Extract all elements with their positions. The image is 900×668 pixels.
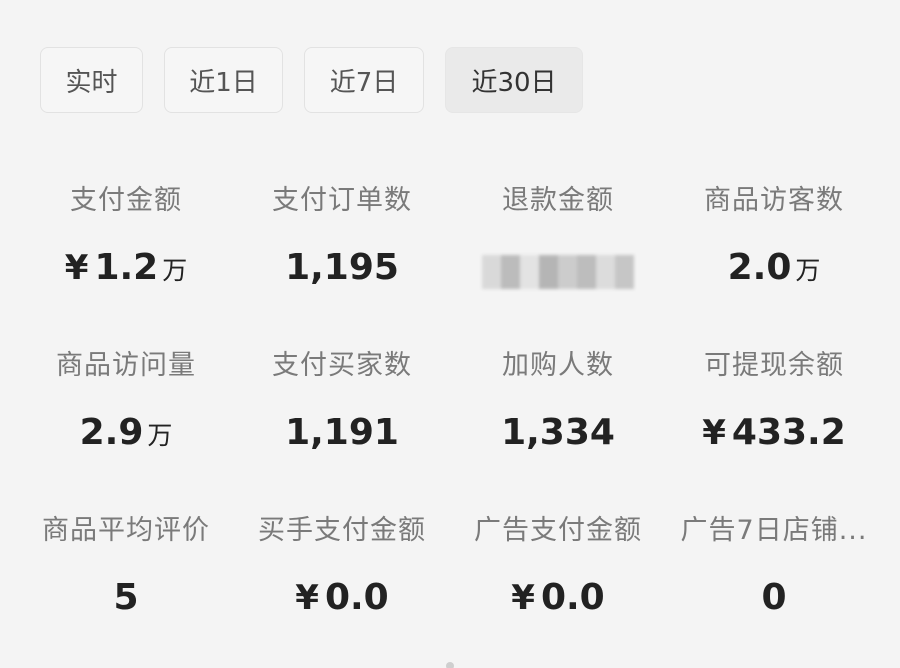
- metric-ad-payment-amount[interactable]: 广告支付金额 ¥ 0.0: [450, 508, 666, 618]
- metric-value: 2.9 万: [18, 412, 234, 453]
- metric-label: 退款金额: [502, 185, 614, 216]
- metric-value: 1,334: [450, 412, 666, 453]
- metric-unit: 万: [795, 256, 821, 285]
- metric-number: 0.0: [324, 577, 389, 618]
- metric-number: 1,191: [285, 412, 399, 453]
- metric-number: 1,334: [501, 412, 615, 453]
- metric-ad-7day-store[interactable]: 广告7日店铺... 0: [666, 508, 882, 618]
- metric-product-visitors[interactable]: 商品访客数 2.0 万: [666, 178, 882, 288]
- currency-symbol: ¥: [702, 413, 726, 453]
- metric-number: 5: [113, 577, 139, 618]
- metric-label: 商品访客数: [704, 185, 844, 216]
- metric-add-to-cart-users[interactable]: 加购人数 1,334: [450, 343, 666, 453]
- metric-label: 加购人数: [502, 350, 614, 381]
- metric-unit: 万: [162, 256, 188, 285]
- pixelated-redaction: [482, 255, 634, 289]
- metric-withdrawable-balance[interactable]: 可提现余额 ¥ 433.2: [666, 343, 882, 453]
- metric-payment-orders[interactable]: 支付订单数 1,195: [234, 178, 450, 288]
- currency-symbol: ¥: [295, 578, 319, 618]
- metric-label: 支付订单数: [272, 185, 412, 216]
- metric-buyer-agent-payment[interactable]: 买手支付金额 ¥ 0.0: [234, 508, 450, 618]
- metric-label: 可提现余额: [704, 350, 844, 381]
- metric-payment-amount[interactable]: 支付金额 ¥ 1.2 万: [18, 178, 234, 288]
- metric-label: 买手支付金额: [258, 515, 426, 546]
- metric-value: ¥ 433.2: [666, 412, 882, 453]
- currency-symbol: ¥: [511, 578, 535, 618]
- metric-unit: 万: [147, 421, 173, 450]
- metric-number: 0: [761, 577, 787, 618]
- metric-number: 2.9: [79, 412, 144, 453]
- store-dashboard: 实时 近1日 近7日 近30日 支付金额 ¥ 1.2 万 支付订单数 1,195…: [0, 0, 900, 668]
- metric-value: 1,191: [234, 412, 450, 453]
- currency-symbol: ¥: [64, 248, 89, 288]
- metric-value: ¥ 0.0: [234, 577, 450, 618]
- metric-value-redacted: [450, 247, 666, 289]
- metric-value: 2.0 万: [666, 247, 882, 288]
- metric-number: 0.0: [540, 577, 605, 618]
- metric-label: 支付金额: [70, 185, 182, 216]
- metric-number: 1,195: [285, 247, 399, 288]
- metric-number: 1.2: [94, 247, 159, 288]
- metric-number: 2.0: [727, 247, 792, 288]
- metric-label: 广告7日店铺...: [680, 515, 868, 546]
- metric-average-rating[interactable]: 商品平均评价 5: [18, 508, 234, 618]
- metrics-grid: 支付金额 ¥ 1.2 万 支付订单数 1,195 退款金额 商品访客数 2.0 …: [0, 0, 900, 668]
- metric-value: ¥ 0.0: [450, 577, 666, 618]
- metric-number: 433.2: [731, 412, 846, 453]
- metric-value: ¥ 1.2 万: [18, 247, 234, 288]
- metric-refund-amount[interactable]: 退款金额: [450, 178, 666, 289]
- metric-label: 商品平均评价: [42, 515, 210, 546]
- metric-label: 广告支付金额: [474, 515, 642, 546]
- metric-label: 支付买家数: [272, 350, 412, 381]
- metric-paying-buyers[interactable]: 支付买家数 1,191: [234, 343, 450, 453]
- metric-product-views[interactable]: 商品访问量 2.9 万: [18, 343, 234, 453]
- metric-label: 商品访问量: [56, 350, 196, 381]
- metric-value: 5: [18, 577, 234, 618]
- page-indicator-dot: [446, 662, 454, 668]
- metric-value: 0: [666, 577, 882, 618]
- metric-value: 1,195: [234, 247, 450, 288]
